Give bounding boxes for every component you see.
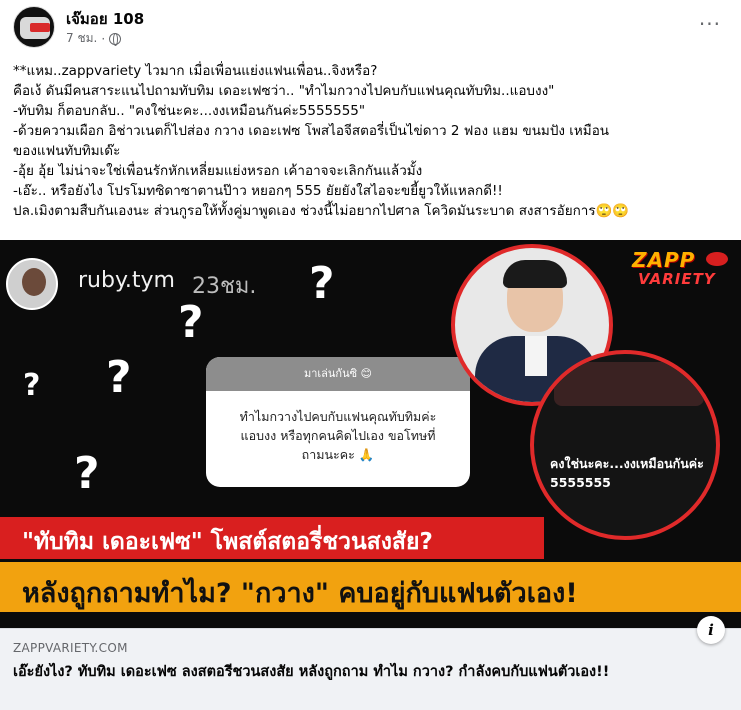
reply-text: คงใช่นะคะ...งงเหมือนกันค่ะ 5555555 (550, 454, 704, 492)
post-time[interactable]: 7 ชม. (66, 29, 97, 48)
question-line: ทำไมกวางไปคบกับแฟนคุณทับทิมค่ะ (239, 409, 437, 424)
post-line: คือเง้ ดันมีคนสาระแนไปถามทับทิม เดอะเฟซว… (13, 83, 555, 99)
globe-icon (109, 32, 122, 46)
post-line: **แหม..zappvariety ไวมาก เมื่อเพื่อนแย่ง… (13, 63, 378, 79)
question-line: แอบงง หรือทุกคนคิดไปเอง ขอโทษที่ (240, 428, 436, 443)
post-meta: 7 ชม. · (66, 29, 122, 48)
logo-main-text: ZAPP (632, 248, 696, 272)
post-header: เจ๊มอย 108 7 ชม. · ··· (0, 0, 741, 58)
story-username: ruby.tym (78, 268, 175, 293)
post-line: -ทับทิม ก็ตอบกลับ.. "คงใช่นะคะ...งงเหมือ… (13, 103, 366, 119)
reply-background (554, 362, 704, 406)
headline-red-text: "ทับทิม เดอะเฟซ" โพสต์สตอรี่ชวนสงสัย? (22, 529, 433, 555)
question-sticker-header: มาเล่นกันซิ 😊 (206, 357, 470, 391)
link-title[interactable]: เอ๊ะยังไง? ทับทิม เดอะเฟซ ลงสตอรีชวนสงสั… (13, 661, 728, 683)
question-sticker-body: ทำไมกวางไปคบกับแฟนคุณทับทิมค่ะ แอบงง หรื… (206, 391, 470, 480)
reply-line: 5555555 (550, 475, 611, 490)
headline-banner-orange: หลังถูกถามทำไม? "กวาง" คบอยู่กับแฟนตัวเอ… (0, 562, 741, 612)
zapp-variety-logo: ZAPP VARIETY (630, 246, 730, 296)
post-body: **แหม..zappvariety ไวมาก เมื่อเพื่อนแย่ง… (13, 61, 733, 221)
question-mark: ? (309, 258, 335, 309)
logo-sub-text: VARIETY (638, 270, 716, 288)
question-mark: ? (74, 448, 100, 499)
avatar-logo-mark (30, 23, 50, 32)
question-mark: ? (23, 368, 41, 403)
question-line: ถามนะคะ 🙏 (301, 447, 375, 462)
post-line: ปล.เมิงตามสืบกันเองนะ ส่วนกูรอให้ทั้งคู่… (13, 203, 630, 219)
more-options-icon[interactable]: ··· (699, 12, 721, 36)
link-preview[interactable]: ZAPPVARIETY.COM เอ๊ะยังไง? ทับทิม เดอะเฟ… (0, 628, 741, 710)
post-line: -เอ๊ะ.. หรือยังไง โปรโมทซิดาซาตานป๊าว หย… (13, 183, 503, 199)
story-avatar (6, 258, 58, 310)
question-sticker: มาเล่นกันซิ 😊 ทำไมกวางไปคบกับแฟนคุณทับทิ… (206, 357, 470, 487)
post-line: -ด้วยความเผือก อิช่าวเนตก็ไปส่อง กวาง เด… (13, 123, 610, 139)
info-icon[interactable]: i (697, 616, 725, 644)
reply-zoom-circle: คงใช่นะคะ...งงเหมือนกันค่ะ 5555555 (530, 350, 720, 540)
question-mark: ? (178, 297, 204, 348)
post-line: -อุ้ย อุ้ย ไม่น่าจะใช่เพื่อนรักหักเหลี่ย… (13, 163, 423, 179)
lips-icon (706, 252, 728, 266)
person-hair (503, 260, 567, 288)
author-name[interactable]: เจ๊มอย 108 (66, 7, 144, 31)
question-mark: ? (106, 352, 132, 403)
link-domain: ZAPPVARIETY.COM (13, 641, 128, 655)
headline-orange-text: หลังถูกถามทำไม? "กวาง" คบอยู่กับแฟนตัวเอ… (22, 578, 578, 609)
person-shirt (525, 336, 547, 376)
author-avatar[interactable] (13, 6, 55, 48)
reply-line: คงใช่นะคะ...งงเหมือนกันค่ะ (550, 456, 704, 471)
post-image[interactable]: ruby.tym 23ชม. ? ? ? ? ? มาเล่นกันซิ 😊 ท… (0, 240, 741, 628)
headline-banner-red: "ทับทิม เดอะเฟซ" โพสต์สตอรี่ชวนสงสัย? (0, 517, 544, 559)
post-line: ของแฟนทับทิมเด๊ะ (13, 143, 121, 159)
